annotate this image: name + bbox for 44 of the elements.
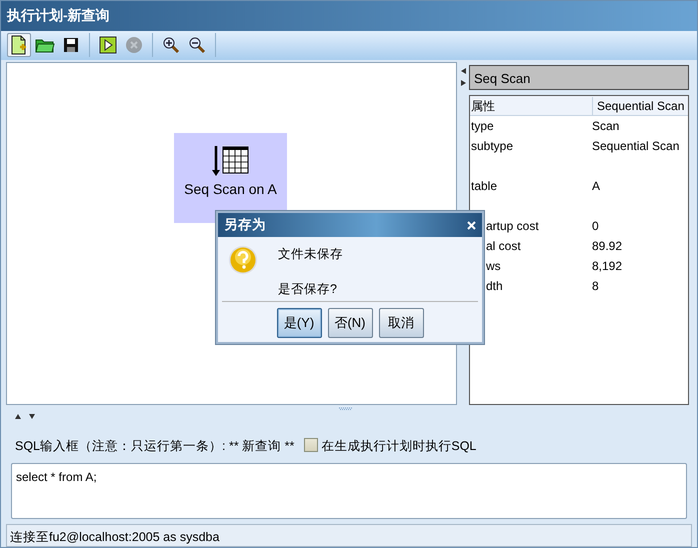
expand-down-icon[interactable] bbox=[29, 414, 35, 419]
dialog-button[interactable]: 是(Y) bbox=[276, 308, 322, 338]
property-value: 0 bbox=[592, 218, 600, 236]
folder-icon bbox=[35, 37, 55, 54]
property-name: ws bbox=[485, 258, 502, 276]
property-value: Sequential Scan bbox=[592, 138, 680, 156]
zoom-out-icon bbox=[188, 36, 206, 54]
new-file-button[interactable] bbox=[7, 33, 31, 58]
new-file-icon bbox=[10, 35, 28, 56]
window-title: 执行计划-新查询 bbox=[7, 6, 110, 26]
property-name: subtype bbox=[470, 138, 514, 156]
execute-sql-checkbox[interactable]: 在生成执行计划时执行SQL bbox=[304, 436, 476, 456]
save-icon bbox=[63, 37, 79, 54]
sql-input-field[interactable]: select * from A; bbox=[11, 462, 687, 519]
dialog-button[interactable]: 否(N) bbox=[328, 308, 372, 338]
collapse-left-icon[interactable] bbox=[460, 68, 466, 74]
property-value: 89.92 bbox=[592, 238, 624, 256]
stop-icon bbox=[125, 36, 143, 54]
node-title: Seq Scan bbox=[469, 65, 689, 90]
zoom-in-icon bbox=[162, 36, 180, 54]
run-icon bbox=[99, 36, 117, 54]
sql-label: SQL输入框（注意：只运行第一条）: ** 新查询 ** bbox=[15, 438, 294, 455]
property-value: 8 bbox=[592, 278, 600, 296]
property-value: 8,192 bbox=[592, 258, 624, 276]
splitter-handle[interactable] bbox=[339, 407, 353, 410]
column-header: Sequential Scan bbox=[592, 96, 688, 115]
close-icon[interactable] bbox=[467, 220, 476, 230]
property-name: artup cost bbox=[485, 218, 540, 236]
property-name: table bbox=[470, 178, 498, 196]
node-label: Seq Scan on A bbox=[184, 181, 277, 198]
dialog-message: 是否保存? bbox=[278, 281, 338, 298]
column-header: 属性 bbox=[470, 98, 496, 115]
table-scan-icon bbox=[212, 145, 250, 178]
collapse-right-icon[interactable] bbox=[460, 80, 466, 86]
property-name: type bbox=[470, 118, 495, 136]
status-bar: 连接至fu2@localhost:2005 as sysdba bbox=[6, 524, 692, 547]
question-icon bbox=[228, 245, 258, 275]
property-value: A bbox=[592, 178, 602, 196]
dialog-button[interactable]: 取消 bbox=[378, 308, 424, 338]
property-value: Scan bbox=[592, 118, 620, 136]
property-name: al cost bbox=[485, 238, 522, 256]
expand-up-icon[interactable] bbox=[15, 414, 21, 419]
property-name: dth bbox=[485, 278, 504, 296]
dialog-message: 文件未保存 bbox=[278, 246, 343, 263]
